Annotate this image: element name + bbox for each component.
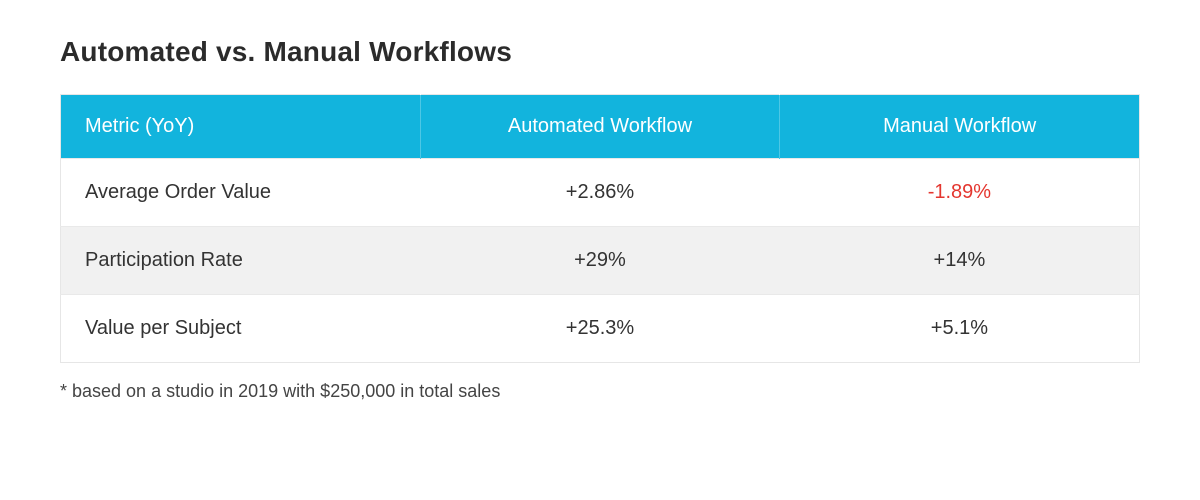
automated-cell: +25.3% (420, 295, 780, 363)
automated-cell: +2.86% (420, 159, 780, 227)
page-title: Automated vs. Manual Workflows (60, 36, 1140, 68)
manual-cell: +5.1% (780, 295, 1140, 363)
col-header-manual: Manual Workflow (780, 95, 1140, 159)
metric-cell: Average Order Value (61, 159, 421, 227)
manual-cell: +14% (780, 227, 1140, 295)
col-header-automated: Automated Workflow (420, 95, 780, 159)
footnote: * based on a studio in 2019 with $250,00… (60, 381, 1140, 402)
table-row: Average Order Value +2.86% -1.89% (61, 159, 1140, 227)
table-header-row: Metric (YoY) Automated Workflow Manual W… (61, 95, 1140, 159)
table-row: Value per Subject +25.3% +5.1% (61, 295, 1140, 363)
manual-cell: -1.89% (780, 159, 1140, 227)
automated-cell: +29% (420, 227, 780, 295)
comparison-table: Metric (YoY) Automated Workflow Manual W… (60, 94, 1140, 363)
metric-cell: Value per Subject (61, 295, 421, 363)
metric-cell: Participation Rate (61, 227, 421, 295)
table-row: Participation Rate +29% +14% (61, 227, 1140, 295)
col-header-metric: Metric (YoY) (61, 95, 421, 159)
